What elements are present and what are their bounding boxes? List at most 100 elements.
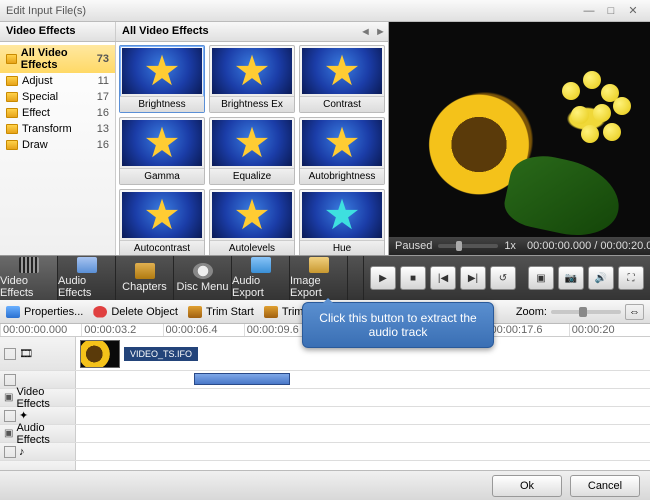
- properties-button[interactable]: Properties...: [6, 306, 83, 318]
- volume-button[interactable]: 🔊: [588, 266, 614, 290]
- effect-gamma[interactable]: Gamma: [119, 117, 205, 185]
- effect-autocontrast[interactable]: Autocontrast: [119, 189, 205, 255]
- mode-label: Disc Menu: [177, 281, 229, 293]
- audio-subtrack[interactable]: [0, 371, 650, 389]
- mode-audio-effects[interactable]: Audio Effects: [58, 256, 116, 300]
- effect-thumbnail: [212, 120, 292, 166]
- folder-icon: [6, 76, 18, 86]
- tree-item-label: Adjust: [22, 75, 53, 87]
- nav-prev-icon[interactable]: ◄: [360, 26, 371, 38]
- cancel-button[interactable]: Cancel: [570, 475, 640, 497]
- effect-label: Autocontrast: [120, 240, 204, 255]
- prev-frame-button[interactable]: |◀: [430, 266, 456, 290]
- nav-next-icon[interactable]: ►: [375, 26, 386, 38]
- film-icon: 🎞: [19, 347, 33, 360]
- track-toggle-icon[interactable]: [4, 446, 16, 458]
- effect-thumbnail: [302, 48, 382, 94]
- effect-autolevels[interactable]: Autolevels: [209, 189, 295, 255]
- collapse-icon[interactable]: ▣: [4, 428, 13, 439]
- fit-timeline-button[interactable]: ⇔: [625, 304, 644, 320]
- chap-icon: [135, 263, 155, 279]
- mode-chapters[interactable]: Chapters: [116, 256, 174, 300]
- effect-thumbnail: [122, 48, 202, 94]
- effect-brightness[interactable]: Brightness: [119, 45, 205, 113]
- snapshot-button[interactable]: 📷: [558, 266, 584, 290]
- trim-start-icon: [188, 306, 202, 318]
- loop-button[interactable]: ↺: [490, 266, 516, 290]
- clip-thumbnail: [80, 340, 120, 368]
- stop-button[interactable]: ■: [400, 266, 426, 290]
- play-button[interactable]: ▶: [370, 266, 396, 290]
- star-icon: [325, 198, 359, 232]
- tree-item-special[interactable]: Special 17: [0, 89, 115, 105]
- tree-item-count: 17: [97, 91, 109, 103]
- tree-item-adjust[interactable]: Adjust 11: [0, 73, 115, 89]
- mode-video-effects[interactable]: Video Effects: [0, 256, 58, 300]
- effect-equalize[interactable]: Equalize: [209, 117, 295, 185]
- speed-label: 1x: [504, 240, 516, 252]
- audio-effects-track[interactable]: ♪: [0, 443, 650, 461]
- trim-start-button[interactable]: Trim Start: [188, 306, 254, 318]
- video-clip[interactable]: VIDEO_TS.IFO: [80, 339, 198, 369]
- delete-label: Delete Object: [111, 306, 178, 318]
- zoom-slider[interactable]: [551, 310, 621, 314]
- category-tree: All Video Effects73 Adjust 11 Special 17 Effe…: [0, 42, 116, 255]
- track-toggle-icon[interactable]: [4, 374, 16, 386]
- effect-hue[interactable]: Hue: [299, 189, 385, 255]
- star-icon: [235, 198, 269, 232]
- delete-object-button[interactable]: Delete Object: [93, 306, 178, 318]
- star-icon: [235, 126, 269, 160]
- aexp-icon: [251, 257, 271, 273]
- tree-item-count: 13: [97, 123, 109, 135]
- video-effects-track-header: ▣Video Effects: [0, 389, 650, 407]
- effect-thumbnail: [302, 120, 382, 166]
- collapse-icon[interactable]: ▣: [4, 392, 13, 403]
- track-toggle-icon[interactable]: [4, 348, 16, 360]
- delete-icon: [93, 306, 107, 318]
- mode-label: Video Effects: [0, 275, 57, 299]
- effect-label: Contrast: [300, 96, 384, 112]
- properties-label: Properties...: [24, 306, 83, 318]
- tree-item-transform[interactable]: Transform13: [0, 121, 115, 137]
- playback-status: Paused: [395, 240, 432, 252]
- disc-icon: [193, 263, 213, 279]
- speed-slider[interactable]: [438, 244, 498, 248]
- tree-item-count: 16: [97, 139, 109, 151]
- close-button[interactable]: ✕: [622, 4, 644, 17]
- effect-thumbnail: [212, 48, 292, 94]
- ruler-tick: 00:00:00.000: [0, 324, 81, 336]
- tree-item-effect[interactable]: Effect16: [0, 105, 115, 121]
- marker-button[interactable]: ▣: [528, 266, 554, 290]
- mode-image-export[interactable]: Image Export: [290, 256, 348, 300]
- tree-item-draw[interactable]: Draw16: [0, 137, 115, 153]
- mode-disc-menu[interactable]: Disc Menu: [174, 256, 232, 300]
- effect-brightness-ex[interactable]: Brightness Ex: [209, 45, 295, 113]
- minimize-button[interactable]: —: [578, 5, 600, 17]
- video-effects-track[interactable]: ✦: [0, 407, 650, 425]
- window-title: Edit Input File(s): [6, 5, 578, 17]
- audio-clip[interactable]: [194, 373, 290, 385]
- tree-item-label: Special: [22, 91, 58, 103]
- effect-label: Gamma: [120, 168, 204, 184]
- video-effects-track-label: Video Effects: [16, 386, 71, 410]
- tree-item-all-video-effects[interactable]: All Video Effects73: [0, 45, 115, 73]
- track-toggle-icon[interactable]: [4, 410, 16, 422]
- ruler-tick: 00:00:20: [569, 324, 650, 336]
- maximize-button[interactable]: □: [600, 5, 622, 17]
- star-icon: [145, 126, 179, 160]
- tree-item-count: 11: [98, 75, 109, 87]
- mode-label: Chapters: [122, 281, 167, 293]
- tree-item-count: 16: [97, 107, 109, 119]
- mode-audio-export[interactable]: Audio Export: [232, 256, 290, 300]
- effect-label: Equalize: [210, 168, 294, 184]
- effect-thumbnail: [212, 192, 292, 238]
- star-icon: [235, 54, 269, 88]
- next-frame-button[interactable]: ▶|: [460, 266, 486, 290]
- effect-autobrightness[interactable]: Autobrightness: [299, 117, 385, 185]
- ok-button[interactable]: Ok: [492, 475, 562, 497]
- clip-name: VIDEO_TS.IFO: [124, 347, 198, 361]
- folder-icon: [6, 92, 18, 102]
- fullscreen-button[interactable]: ⛶: [618, 266, 644, 290]
- effect-contrast[interactable]: Contrast: [299, 45, 385, 113]
- tree-item-count: 73: [97, 53, 109, 65]
